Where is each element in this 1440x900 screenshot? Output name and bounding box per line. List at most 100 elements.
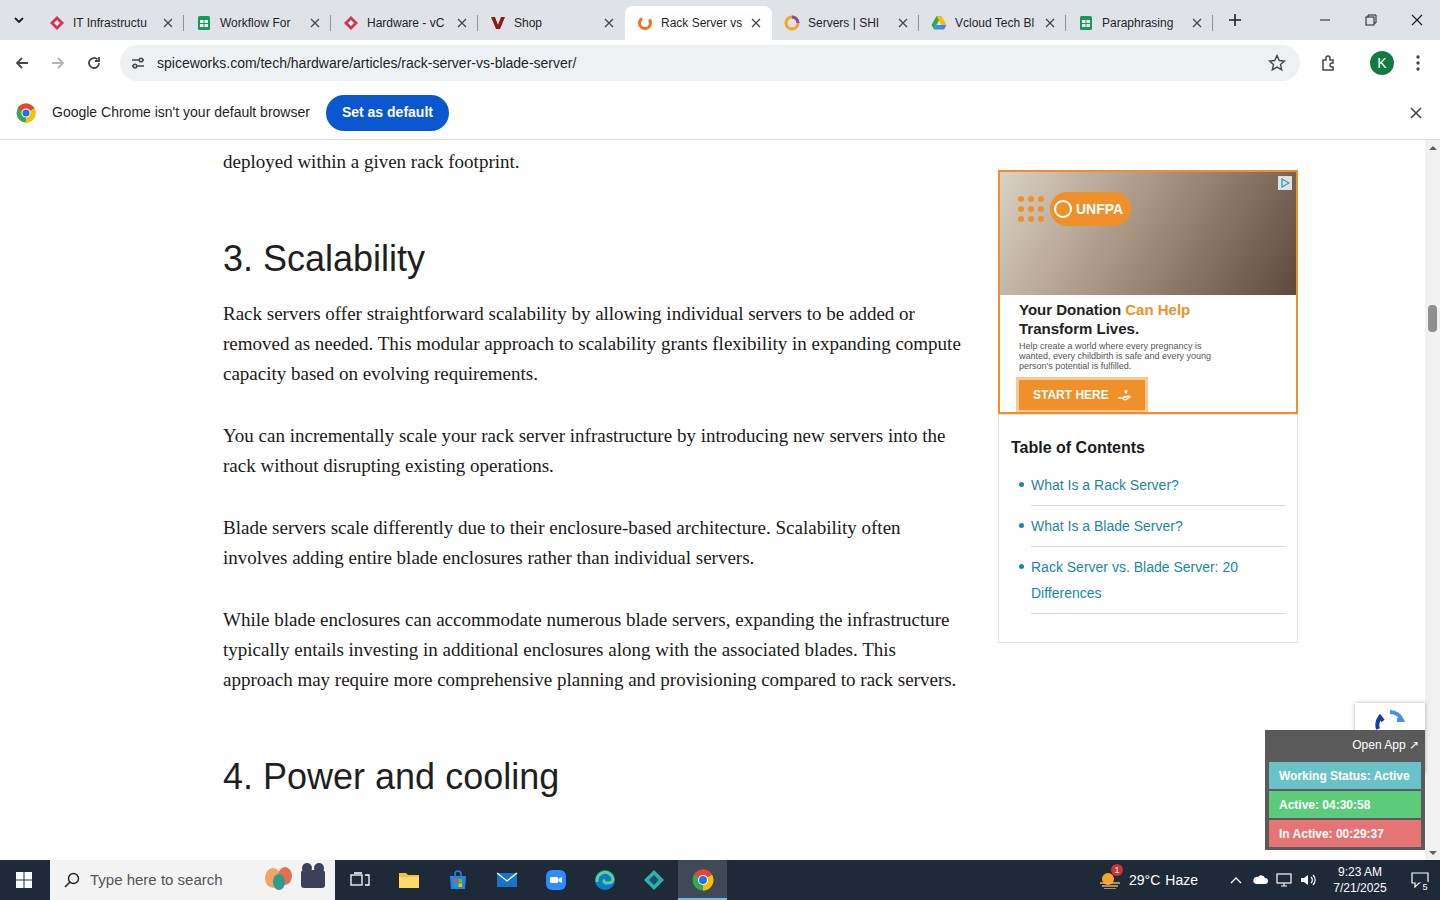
taskbar-search[interactable]: Type here to search: [50, 860, 335, 900]
restore-icon[interactable]: [1348, 0, 1394, 40]
status-row: Working Status: Active: [1269, 762, 1421, 789]
browser-tab[interactable]: Shop: [478, 6, 625, 40]
open-app-link[interactable]: Open App ↗: [1269, 730, 1421, 760]
toc-link[interactable]: What Is a Blade Server?: [1031, 506, 1285, 547]
set-default-button[interactable]: Set as default: [326, 95, 449, 131]
app-icon: [642, 868, 666, 892]
browser-tab[interactable]: IT Infrastructu: [37, 6, 184, 40]
tab-label[interactable]: IT Infrastructu: [73, 14, 152, 32]
weather-text[interactable]: 29°C Haze: [1129, 870, 1198, 891]
browser-tab[interactable]: Servers | SHI: [772, 6, 919, 40]
clock-time[interactable]: 9:23 AM: [1338, 864, 1382, 880]
weather-temp[interactable]: 29°C: [1129, 870, 1160, 891]
toc-link[interactable]: What Is a Rack Server?: [1031, 465, 1285, 506]
close-window-icon[interactable]: [1394, 0, 1440, 40]
new-tab-icon[interactable]: [1215, 0, 1255, 40]
tab-label[interactable]: Paraphrasing: [1102, 14, 1181, 32]
adchoices-icon[interactable]: [1278, 176, 1292, 190]
close-tab-icon[interactable]: [601, 15, 617, 31]
browser-tab[interactable]: Vcloud Tech Bl: [919, 6, 1066, 40]
menu-icon[interactable]: [1400, 45, 1436, 81]
tab-label[interactable]: Workflow For: [220, 14, 299, 32]
favicon-icon: [49, 15, 65, 31]
article-paragraph: You can incrementally scale your rack se…: [223, 421, 963, 481]
tab-label[interactable]: Vcloud Tech Bl: [955, 14, 1034, 32]
network-icon[interactable]: [1272, 860, 1296, 900]
hand-heart-icon: [1117, 389, 1131, 401]
extensions-icon[interactable]: [1311, 45, 1347, 81]
tab-label[interactable]: Shop: [514, 14, 593, 32]
scrollbar[interactable]: [1425, 140, 1440, 860]
ad-headline: Your Donation: [1019, 301, 1121, 318]
scroll-up-icon[interactable]: [1429, 144, 1437, 152]
close-tab-icon[interactable]: [307, 15, 323, 31]
browser-tab[interactable]: Rack Server vs: [625, 6, 772, 40]
toc-link[interactable]: Rack Server vs. Blade Server: 20 Differe…: [1031, 547, 1285, 614]
tab-label[interactable]: Servers | SHI: [808, 14, 887, 32]
article: deployed within a given rack footprint. …: [223, 140, 963, 860]
un-emblem-icon: [1054, 200, 1072, 218]
start-here-button[interactable]: START HERE: [1019, 380, 1145, 410]
taskbar-app[interactable]: [580, 860, 629, 900]
close-tab-icon[interactable]: [895, 15, 911, 31]
close-tab-icon[interactable]: [454, 15, 470, 31]
minimize-icon[interactable]: [1302, 0, 1348, 40]
browser-tab[interactable]: Hardware - vC: [331, 6, 478, 40]
taskbar-app[interactable]: [678, 860, 727, 900]
bookmark-star-icon[interactable]: [1268, 54, 1286, 72]
notification-button[interactable]: 5: [1400, 860, 1440, 900]
close-tab-icon[interactable]: [1189, 15, 1205, 31]
article-paragraph: deployed within a given rack footprint.: [223, 147, 963, 177]
table-of-contents: Table of Contents What Is a Rack Server?…: [998, 414, 1298, 643]
start-button[interactable]: [0, 860, 48, 900]
forward-icon[interactable]: [40, 45, 76, 81]
tab-search-icon[interactable]: [0, 0, 37, 40]
status-row: In Active: 00:29:37: [1269, 820, 1421, 847]
start-here-label[interactable]: START HERE: [1033, 386, 1109, 404]
bullet-icon: [1019, 564, 1024, 569]
ad-logo-text: UNFPA: [1076, 199, 1123, 220]
browser-tab[interactable]: Paraphrasing: [1066, 6, 1213, 40]
tab-separator: [477, 15, 478, 31]
url-text[interactable]: spiceworks.com/tech/hardware/articles/ra…: [157, 53, 1257, 74]
clock[interactable]: 9:23 AM 7/21/2025: [1320, 860, 1400, 900]
search-placeholder[interactable]: Type here to search: [90, 869, 251, 892]
clock-date[interactable]: 7/21/2025: [1333, 880, 1386, 896]
taskbar-app[interactable]: [433, 860, 482, 900]
taskbar-app[interactable]: [482, 860, 531, 900]
volume-icon[interactable]: [1296, 860, 1320, 900]
taskbar-app[interactable]: [335, 860, 384, 900]
active-indicator: [678, 898, 727, 900]
browser-tab[interactable]: Workflow For: [184, 6, 331, 40]
tab-strip: IT Infrastructu Workflow For Hardware - vC…: [0, 0, 1440, 40]
close-tab-icon[interactable]: [1042, 15, 1058, 31]
site-info-icon[interactable]: [130, 55, 146, 71]
back-icon[interactable]: [4, 45, 40, 81]
edge-icon: [593, 868, 617, 892]
cloud-sync-icon[interactable]: [1248, 860, 1272, 900]
zoom-icon: [544, 868, 568, 892]
taskbar-app[interactable]: [384, 860, 433, 900]
toc-item[interactable]: What Is a Rack Server?: [1019, 465, 1285, 506]
close-infobar-icon[interactable]: [1410, 107, 1422, 119]
weather-condition[interactable]: Haze: [1165, 870, 1198, 891]
taskbar-app[interactable]: [531, 860, 580, 900]
reload-icon[interactable]: [76, 45, 112, 81]
profile-button[interactable]: K: [1364, 45, 1400, 81]
close-tab-icon[interactable]: [748, 15, 764, 31]
tab-label[interactable]: Hardware - vC: [367, 14, 446, 32]
toc-item[interactable]: What Is a Blade Server?: [1019, 506, 1285, 547]
ad-banner[interactable]: UNFPA Your DonationCan Help Transform Li…: [998, 170, 1298, 414]
section-heading: 4. Power and cooling: [223, 755, 963, 799]
hidden-icons-chevron-icon[interactable]: [1224, 860, 1248, 900]
taskbar-app[interactable]: [629, 860, 678, 900]
close-tab-icon[interactable]: [160, 15, 176, 31]
tab-label[interactable]: Rack Server vs: [661, 14, 740, 32]
weather-button[interactable]: 1: [1097, 860, 1123, 900]
scroll-down-icon[interactable]: [1429, 849, 1437, 857]
store-icon: [446, 868, 470, 892]
address-bar[interactable]: spiceworks.com/tech/hardware/articles/ra…: [120, 45, 1300, 81]
profile-initial[interactable]: K: [1370, 51, 1394, 75]
scroll-thumb[interactable]: [1428, 305, 1437, 332]
toc-item[interactable]: Rack Server vs. Blade Server: 20 Differe…: [1019, 547, 1285, 614]
